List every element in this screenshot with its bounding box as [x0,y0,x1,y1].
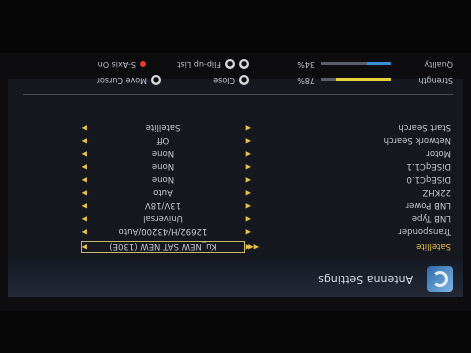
legend-flip: ● ● Flip-up List [177,59,249,69]
row-diseqc-1-1[interactable]: DiSEqC1.1 ◀ None ▶ [8,159,463,173]
row-value: Ku_NEW SAT NEW (130E) [109,241,217,251]
row-label: DiSEqC1.1 [406,161,451,171]
quality-bar [321,62,391,65]
arrow-right-icon[interactable]: ▶ [82,176,87,184]
legend-s-axis: S-Axis On [98,60,146,69]
divider [23,94,453,95]
arrow-left-icon[interactable]: ◀ [246,137,251,145]
row-value: 12692/H/43200/Auto [118,226,208,236]
arrow-left-icon[interactable]: ◀ [246,124,251,132]
red-key-icon [140,61,146,68]
legend-flip-label: Flip-up List [177,60,221,69]
row-start-search[interactable]: Start Search ◀ Satellite ▶ [8,120,463,134]
legend-move-cursor-label: Move Cursor [96,76,147,85]
arrow-right-icon[interactable]: ▶ [82,137,87,145]
arrow-left-icon[interactable]: ◀ [246,176,251,184]
row-label: 22KHZ [422,187,451,197]
satellite-dish-icon [427,266,453,292]
row-label: Network Search [383,135,451,145]
arrow-right-icon[interactable]: ▶ [82,124,87,132]
arrow-right-icon[interactable]: ▶ [82,189,87,197]
row-value: None [151,148,175,158]
row-diseqc-1-0[interactable]: DiSEqC1.0 ◀ None ▶ [8,172,463,186]
arrow-left-icon[interactable]: ◀ [246,189,251,197]
arrow-left-icon[interactable]: ◀ [246,243,251,251]
settings-panel: Satellite ◀◀ ◀ Ku_NEW SAT NEW (130E) ▶ T… [8,79,463,259]
strength-percent: 78% [297,76,315,85]
row-value: Off [156,135,170,145]
arrow-left-icon[interactable]: ◀ [246,202,251,210]
strength-meter: Strength 78% [253,73,453,85]
quality-fill [367,62,391,65]
row-value: None [151,174,175,184]
row-transponder[interactable]: Transponder ◀ 12692/H/43200/Auto ▶ [8,224,463,238]
row-network-search[interactable]: Network Search ◀ Off ▶ [8,133,463,147]
legend-close: ● Close [213,75,249,85]
row-lnb-power[interactable]: LNB Power ◀ 13V/18V ▶ [8,198,463,212]
ok-key-icon: ● [151,75,161,85]
legend-s-axis-label: S-Axis On [97,60,136,69]
row-label: LNB Type [411,213,451,223]
arrow-left-icon[interactable]: ◀ [246,163,251,171]
row-label: Motor [426,148,451,158]
row-value: None [151,161,175,171]
arrow-right-icon[interactable]: ▶ [82,215,87,223]
arrow-left-icon[interactable]: ◀ [246,150,251,158]
page-title: Antenna Settings [318,273,413,286]
row-label: Start Search [398,122,451,132]
tv-screen: Antenna Settings Satellite ◀◀ ◀ Ku_NEW S… [0,0,471,353]
row-label: LNB Power [405,200,451,210]
arrow-left-icon[interactable]: ◀ [246,228,251,236]
arrow-right-icon[interactable]: ▶ [82,150,87,158]
arrow-right-icon[interactable]: ▶ [82,163,87,171]
row-22khz[interactable]: 22KHZ ◀ Auto ▶ [8,185,463,199]
page-up-key-icon: ● [239,59,249,69]
row-label: Satellite [416,241,451,251]
arrow-right-icon[interactable]: ▶ [82,228,87,236]
top-black-band [0,311,471,353]
menu-header: Antenna Settings [8,258,463,297]
legend-close-label: Close [213,76,235,85]
row-label: Transponder [398,226,451,236]
arrow-right-icon[interactable]: ▶ [82,243,87,251]
strength-fill [336,78,391,81]
row-value: 13V/18V [144,200,182,210]
legend-move-cursor: ● Move Cursor [97,75,161,85]
row-motor[interactable]: Motor ◀ None ▶ [8,146,463,160]
row-value: Universal [143,213,183,223]
row-satellite[interactable]: Satellite ◀◀ ◀ Ku_NEW SAT NEW (130E) ▶ [8,239,463,253]
strength-label: Strength [418,76,453,85]
strength-bar [321,78,391,81]
arrow-right-icon[interactable]: ▶ [82,202,87,210]
quality-meter: Quality 34% [253,57,453,69]
row-lnb-type[interactable]: LNB Type ◀ Universal ▶ [8,211,463,225]
row-label: DiSEqC1.0 [406,174,451,184]
arrow-left-icon[interactable]: ◀ [246,215,251,223]
row-value: Satellite [145,122,181,132]
row-value: Auto [153,187,173,197]
page-down-key-icon: ● [225,59,235,69]
bottom-black-band [0,0,471,53]
quality-percent: 34% [297,60,315,69]
quality-label: Quality [424,60,453,69]
exit-key-icon: ● [239,75,249,85]
